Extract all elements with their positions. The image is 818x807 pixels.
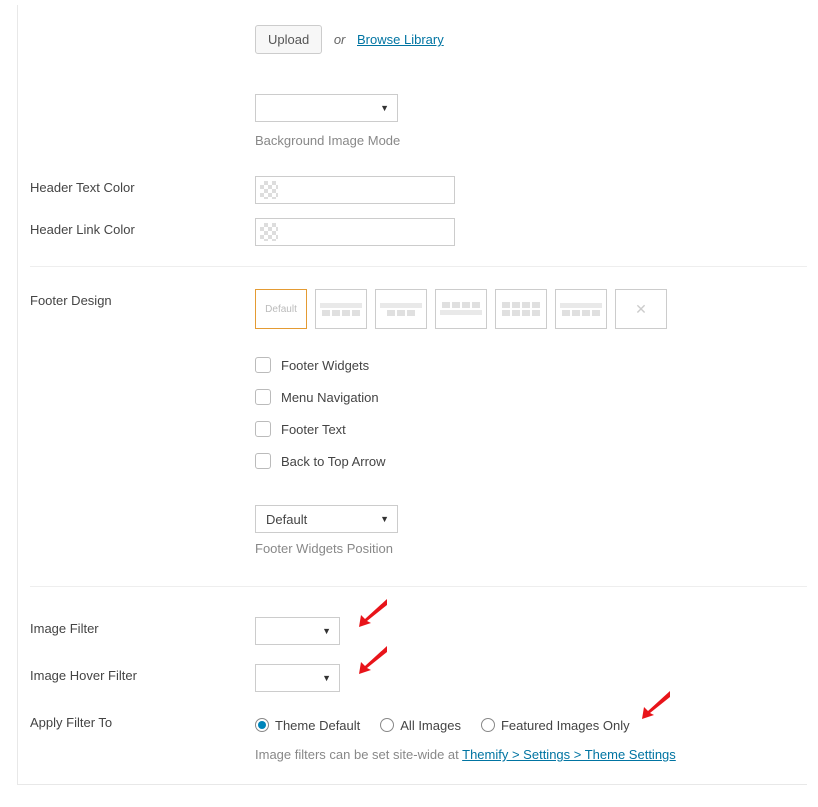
header-link-color-label: Header Link Color — [30, 218, 255, 237]
filter-helper: Image filters can be set site-wide at Th… — [255, 747, 807, 762]
upload-field: Upload or Browse Library — [255, 25, 807, 54]
footer-design-option-2[interactable] — [315, 289, 367, 329]
footer-widgets-position-hint: Footer Widgets Position — [255, 541, 807, 556]
footer-widgets-checkbox-row: Footer Widgets — [255, 349, 807, 381]
footer-design-option-5[interactable] — [495, 289, 547, 329]
apply-filter-row: Apply Filter To Theme Default All Images… — [18, 695, 807, 762]
radio-theme-default[interactable] — [255, 718, 269, 732]
header-link-color-input[interactable] — [255, 218, 455, 246]
footer-design-none[interactable]: ✕ — [615, 289, 667, 329]
arrow-icon — [638, 691, 670, 719]
back-to-top-label: Back to Top Arrow — [281, 454, 386, 469]
arrow-icon — [355, 599, 387, 627]
footer-design-row: Footer Design Default ✕ Footer Widgets M… — [18, 267, 807, 556]
image-filter-label: Image Filter — [30, 617, 255, 636]
image-hover-filter-label: Image Hover Filter — [30, 664, 255, 683]
header-text-color-label: Header Text Color — [30, 176, 255, 195]
radio-featured[interactable] — [481, 718, 495, 732]
footer-design-option-3[interactable] — [375, 289, 427, 329]
back-to-top-checkbox-row: Back to Top Arrow — [255, 445, 807, 477]
footer-widgets-position-select[interactable]: Default — [255, 505, 398, 533]
image-filter-select[interactable] — [255, 617, 340, 645]
browse-library-link[interactable]: Browse Library — [357, 32, 444, 47]
footer-design-label: Footer Design — [30, 289, 255, 308]
settings-panel: Upload or Browse Library Background Imag… — [17, 5, 807, 785]
close-icon: ✕ — [635, 301, 647, 318]
bgmode-select[interactable] — [255, 94, 398, 122]
menu-nav-checkbox[interactable] — [255, 389, 271, 405]
radio-all-images[interactable] — [380, 718, 394, 732]
apply-filter-radios: Theme Default All Images Featured Images… — [255, 711, 807, 739]
footer-design-option-4[interactable] — [435, 289, 487, 329]
menu-nav-checkbox-row: Menu Navigation — [255, 381, 807, 413]
radio-theme-default-label: Theme Default — [275, 718, 360, 733]
footer-text-checkbox-row: Footer Text — [255, 413, 807, 445]
footer-text-label: Footer Text — [281, 422, 346, 437]
bgmode-row: Background Image Mode — [18, 54, 807, 148]
header-link-color-row: Header Link Color — [18, 204, 807, 246]
footer-design-option-6[interactable] — [555, 289, 607, 329]
apply-filter-label: Apply Filter To — [30, 711, 255, 730]
menu-nav-label: Menu Navigation — [281, 390, 379, 405]
transparent-swatch-icon — [260, 223, 278, 241]
radio-featured-label: Featured Images Only — [501, 718, 630, 733]
header-text-color-row: Header Text Color — [18, 148, 807, 204]
upload-row: Upload or Browse Library — [18, 5, 807, 54]
or-text: or — [334, 32, 346, 47]
transparent-swatch-icon — [260, 181, 278, 199]
footer-design-default[interactable]: Default — [255, 289, 307, 329]
radio-all-images-label: All Images — [400, 718, 461, 733]
upload-button[interactable]: Upload — [255, 25, 322, 54]
theme-settings-link[interactable]: Themify > Settings > Theme Settings — [462, 747, 676, 762]
footer-widgets-label: Footer Widgets — [281, 358, 369, 373]
footer-text-checkbox[interactable] — [255, 421, 271, 437]
header-text-color-input[interactable] — [255, 176, 455, 204]
bgmode-hint: Background Image Mode — [255, 133, 807, 148]
arrow-icon — [355, 646, 387, 674]
back-to-top-checkbox[interactable] — [255, 453, 271, 469]
image-hover-filter-row: Image Hover Filter — [18, 648, 807, 695]
footer-widgets-checkbox[interactable] — [255, 357, 271, 373]
empty-label — [30, 25, 255, 29]
image-filter-row: Image Filter — [18, 587, 807, 648]
image-hover-filter-select[interactable] — [255, 664, 340, 692]
footer-design-options: Default ✕ — [255, 289, 807, 329]
